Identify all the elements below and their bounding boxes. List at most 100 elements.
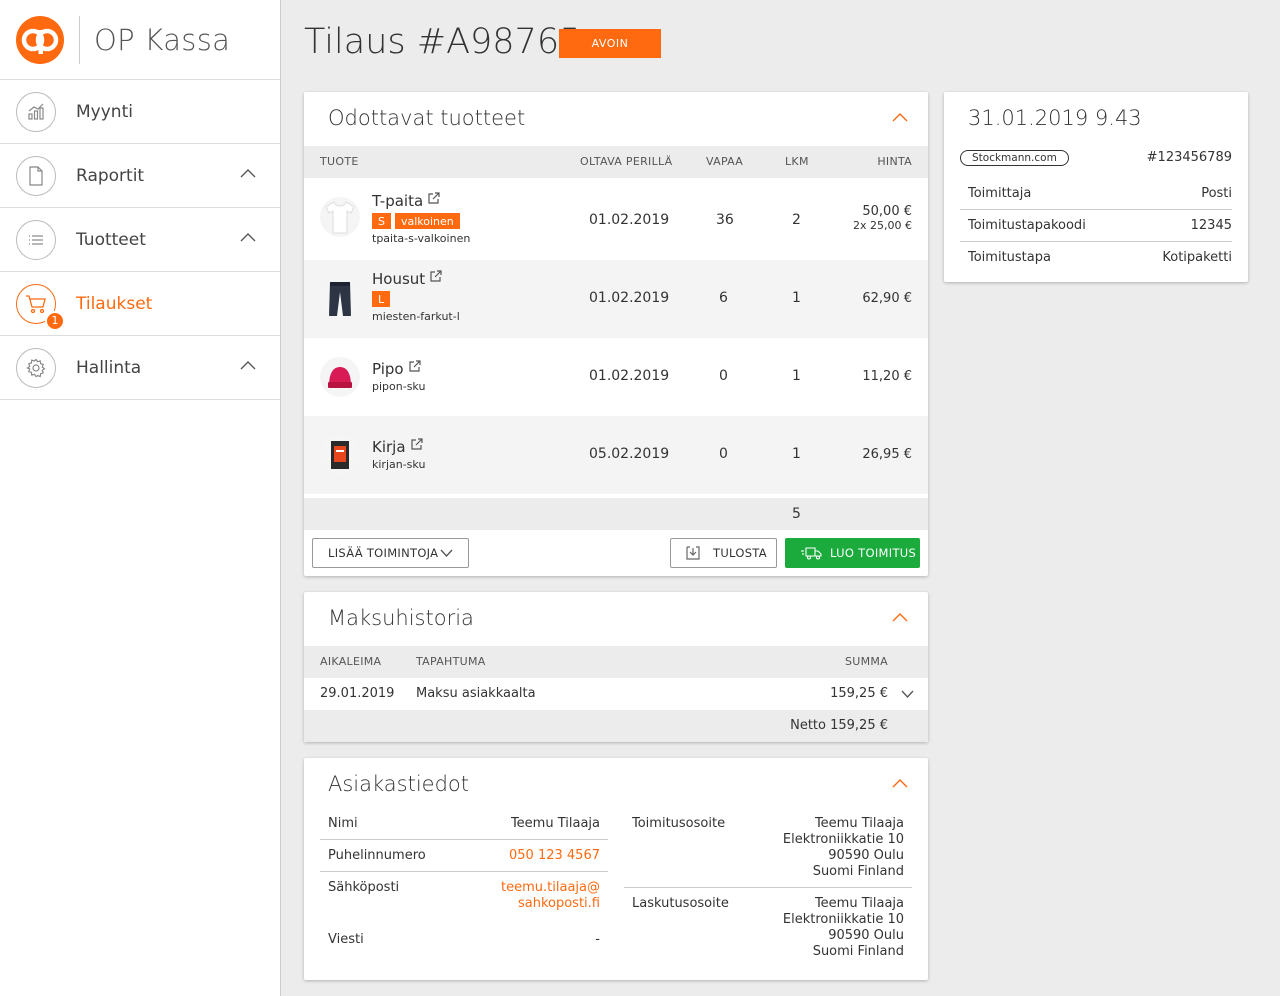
payment-event: Maksu asiakkaalta <box>416 686 536 701</box>
nav-item-hallinta[interactable]: Hallinta <box>0 336 280 400</box>
product-name: Kirja <box>372 438 406 456</box>
product-name-link[interactable]: T-paita <box>372 192 440 210</box>
app-title: OP Kassa <box>94 22 231 57</box>
product-name-link[interactable]: Pipo <box>372 360 421 378</box>
download-icon <box>686 546 700 560</box>
price: 62,90 € <box>862 291 912 306</box>
phone-link[interactable]: 050 123 4567 <box>509 848 600 863</box>
external-link-icon[interactable] <box>408 360 421 373</box>
chevron-down-icon[interactable] <box>901 690 914 699</box>
sales-chart-icon <box>16 91 56 132</box>
free-count: 0 <box>719 446 728 462</box>
table-header: TUOTE OLTAVA PERILLÄ VAPAA LKM HINTA <box>304 146 928 178</box>
waiting-date: 01.02.2019 <box>589 290 670 306</box>
divider <box>624 887 912 888</box>
table-header: AIKALEIMA TAPAHTUMA SUMMA <box>304 646 928 678</box>
nav-label-tilaukset: Tilaukset <box>76 293 153 314</box>
order-info-card: 31.01.2019 9.43 Stockmann.com #123456789… <box>944 92 1248 282</box>
total-quantity: 5 <box>792 506 801 522</box>
column-header-time: AIKALEIMA <box>320 655 382 668</box>
divider <box>960 209 1232 210</box>
product-name: T-paita <box>372 192 424 210</box>
nav-label-hallinta: Hallinta <box>76 357 142 378</box>
nav-item-raportit[interactable]: Raportit <box>0 144 280 208</box>
list-icon <box>16 219 56 260</box>
product-sku: pipon-sku <box>372 380 426 393</box>
product-sku: miesten-farkut-l <box>372 310 460 323</box>
pending-products-card: Odottavat tuotteet TUOTE OLTAVA PERILLÄ … <box>304 92 928 576</box>
delivery-method-label: Toimitustapa <box>968 250 1051 265</box>
price-total: 11,20 € <box>862 369 912 384</box>
billing-address-label: Laskutusosoite <box>632 896 729 911</box>
nav-item-tilaukset[interactable]: 1 Tilaukset <box>0 272 280 336</box>
price: 50,00 € 2x 25,00 € <box>853 204 912 232</box>
create-delivery-button[interactable]: LUO TOIMITUS <box>785 538 920 568</box>
supplier-label: Toimittaja <box>968 186 1032 201</box>
print-button[interactable]: TULOSTA <box>670 538 777 568</box>
name-label: Nimi <box>328 816 358 831</box>
table-row[interactable]: Housut L miesten-farkut-l 01.02.2019 6 1… <box>304 260 928 338</box>
print-label: TULOSTA <box>713 546 767 560</box>
shop-chip[interactable]: Stockmann.com <box>960 150 1069 166</box>
nav-item-myynti[interactable]: Myynti <box>0 80 280 144</box>
email-label: Sähköposti <box>328 880 400 895</box>
table-row[interactable]: Pipo pipon-sku 01.02.2019 0 1 11,20 € <box>304 338 928 416</box>
external-link-icon[interactable] <box>427 192 440 205</box>
op-logo-icon[interactable] <box>16 15 64 64</box>
address-line: Teemu Tilaaja <box>814 896 904 911</box>
quantity: 1 <box>792 290 801 306</box>
chevron-up-icon[interactable] <box>892 612 908 622</box>
waiting-date: 01.02.2019 <box>589 368 670 384</box>
message-value: - <box>595 932 600 947</box>
product-image <box>320 279 360 319</box>
sidebar: OP Kassa Myynti Raportit Tuotteet 1 Tila… <box>0 0 281 996</box>
column-header-free: VAPAA <box>706 155 744 168</box>
address-line: 90590 Oulu <box>828 928 904 943</box>
table-row[interactable]: 29.01.2019 Maksu asiakkaalta 159,25 € <box>304 678 928 710</box>
billing-address: Teemu Tilaaja Elektroniikkatie 10 90590 … <box>783 896 904 960</box>
chevron-up-icon[interactable] <box>892 112 908 122</box>
column-header-sum: SUMMA <box>844 655 888 668</box>
more-actions-dropdown[interactable]: LISÄÄ TOIMINTOJA <box>312 538 469 568</box>
card-title: Asiakastiedot <box>328 772 470 796</box>
product-name-link[interactable]: Kirja <box>372 438 423 456</box>
table-row[interactable]: T-paita S valkoinen tpaita-s-valkoinen 0… <box>304 178 928 256</box>
payment-history-card: Maksuhistoria AIKALEIMA TAPAHTUMA SUMMA … <box>304 592 928 742</box>
email-link[interactable]: teemu.tilaaja@ sahkoposti.fi <box>501 880 600 912</box>
price: 26,95 € <box>862 447 912 462</box>
phone-label: Puhelinnumero <box>328 848 426 863</box>
address-line: Suomi Finland <box>812 864 904 879</box>
address-line: Elektroniikkatie 10 <box>782 832 904 847</box>
waiting-date: 01.02.2019 <box>589 212 670 228</box>
delivery-method-value: Kotipaketti <box>1162 250 1232 265</box>
waiting-date: 05.02.2019 <box>589 446 670 462</box>
quantity: 2 <box>792 212 801 228</box>
free-count: 6 <box>719 290 728 306</box>
chevron-up-icon[interactable] <box>240 232 256 242</box>
chevron-up-icon[interactable] <box>240 168 256 178</box>
nav-item-tuotteet[interactable]: Tuotteet <box>0 208 280 272</box>
external-link-icon[interactable] <box>429 270 442 283</box>
payment-date: 29.01.2019 <box>320 686 395 701</box>
table-row[interactable]: Kirja kirjan-sku 05.02.2019 0 1 26,95 € <box>304 416 928 494</box>
divider <box>320 871 608 872</box>
product-image <box>320 435 360 475</box>
card-title: Maksuhistoria <box>328 606 474 630</box>
product-sku: tpaita-s-valkoinen <box>372 232 471 245</box>
quantity: 1 <box>792 368 801 384</box>
product-name-link[interactable]: Housut <box>372 270 442 288</box>
external-link-icon[interactable] <box>410 438 423 451</box>
page-title: Tilaus #A98765 <box>304 22 582 62</box>
order-number: #123456789 <box>1146 150 1232 165</box>
delivery-address-label: Toimitusosoite <box>632 816 726 831</box>
divider <box>960 241 1232 242</box>
product-image <box>320 197 360 237</box>
supplier-value: Posti <box>1201 186 1232 201</box>
chevron-up-icon[interactable] <box>892 778 908 788</box>
chevron-up-icon[interactable] <box>240 360 256 370</box>
table-footer: Netto 159,25 € <box>304 710 928 742</box>
customer-info-card: Asiakastiedot Nimi Teemu Tilaaja Puhelin… <box>304 758 928 980</box>
product-tags: S valkoinen <box>372 213 460 229</box>
product-name: Housut <box>372 270 426 288</box>
column-header-product: TUOTE <box>320 155 359 168</box>
